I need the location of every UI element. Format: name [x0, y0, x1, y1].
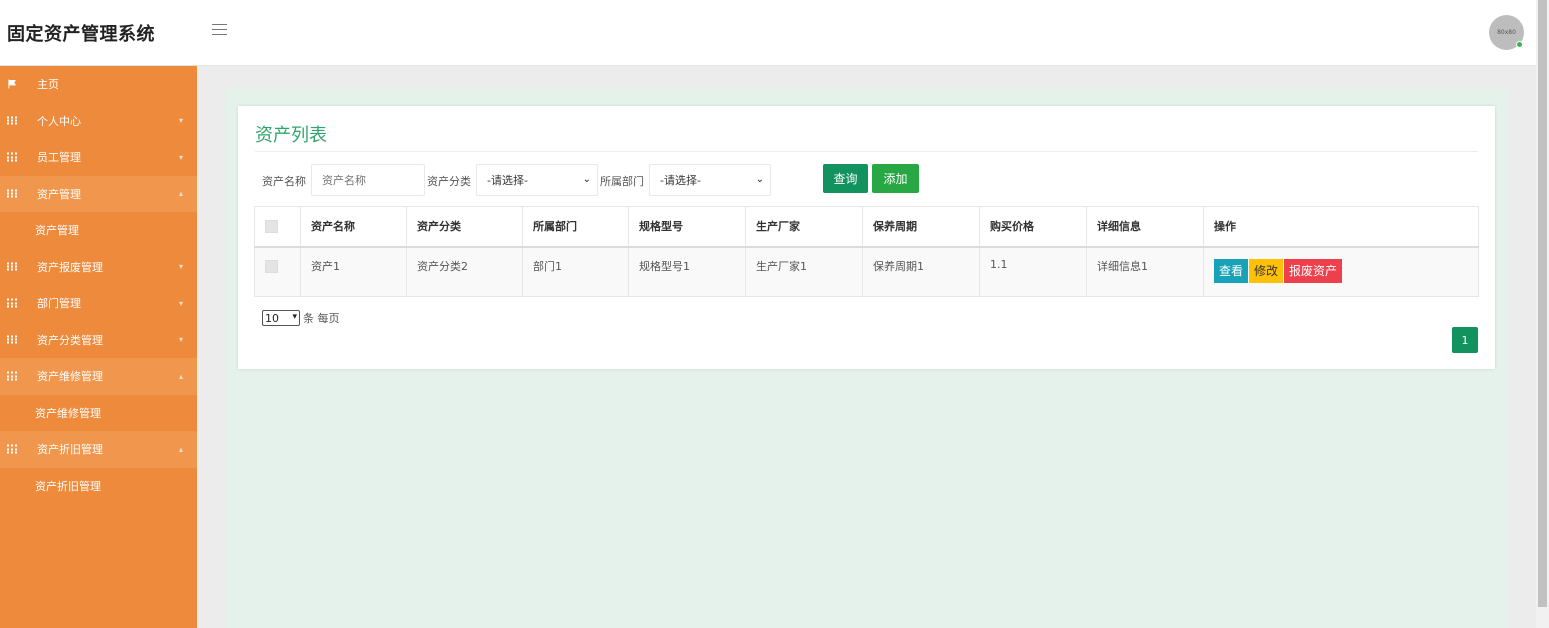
pagination-page-1[interactable]: 1 [1452, 327, 1478, 353]
sidebar-subitem-assets[interactable]: 资产管理 [0, 212, 197, 249]
sidebar-subitem-asset-depreciation[interactable]: 资产折旧管理 [0, 468, 197, 505]
sidebar-item-label: 资产分类管理 [37, 333, 103, 347]
app-title: 固定资产管理系统 [7, 24, 155, 45]
row-select-cell [254, 246, 301, 297]
chevron-up-icon: ▴ [179, 371, 184, 381]
chevron-down-icon: ⌄ [755, 174, 764, 185]
table-cell: 生产厂家1 [745, 246, 863, 297]
department-select[interactable]: -请选择- ⌄ [649, 164, 771, 196]
column-header: 生产厂家 [745, 206, 863, 248]
sidebar-item-label: 资产维修管理 [37, 370, 103, 384]
chevron-down-icon: ▾ [179, 152, 184, 162]
sidebar-item-label: 资产报废管理 [37, 260, 103, 274]
column-header: 购买价格 [979, 206, 1087, 248]
department-label: 所属部门 [600, 175, 644, 188]
page-size-suffix: 条 每页 [303, 312, 340, 325]
table-cell: 资产分类2 [406, 246, 523, 297]
avatar-text: 80x80 [1497, 29, 1516, 36]
asset-table: 资产名称 资产分类 所属部门 规格型号 生产厂家 保养周期 购买价格 详细信息 … [254, 206, 1479, 297]
column-header: 保养周期 [862, 206, 980, 248]
sidebar-item-asset-scrap[interactable]: 资产报废管理 ▾ [0, 249, 197, 286]
title-divider [255, 151, 1478, 152]
sidebar-item-label: 主页 [37, 78, 59, 92]
grid-icon [7, 189, 17, 198]
asset-category-label: 资产分类 [427, 175, 471, 188]
asset-name-label: 资产名称 [262, 175, 306, 188]
sidebar-item-personal[interactable]: 个人中心 ▾ [0, 103, 197, 140]
page-size-select[interactable]: 10 ▾ [262, 310, 300, 326]
column-header: 规格型号 [628, 206, 746, 248]
table-header-row: 资产名称 资产分类 所属部门 规格型号 生产厂家 保养周期 购买价格 详细信息 … [254, 206, 1479, 248]
chevron-up-icon: ▴ [179, 189, 184, 199]
column-header: 资产名称 [300, 206, 407, 248]
column-header: 所属部门 [522, 206, 629, 248]
sidebar-subitem-asset-repair[interactable]: 资产维修管理 [0, 395, 197, 432]
table-row: 资产1 资产分类2 部门1 规格型号1 生产厂家1 保养周期1 1.1 详细信息… [254, 246, 1479, 297]
page-title: 资产列表 [255, 125, 327, 146]
chevron-down-icon: ⌄ [582, 174, 591, 185]
sidebar-item-assets[interactable]: 资产管理 ▴ [0, 175, 197, 212]
row-actions: 查看 修改 报废资产 [1214, 258, 1478, 283]
sidebar: 主页 个人中心 ▾ 员工管理 ▾ 资产管理 ▴ 资产管理 资产报废管理 ▾ 部门… [0, 66, 197, 628]
sidebar-item-label: 员工管理 [37, 151, 81, 165]
sidebar-item-label: 部门管理 [37, 297, 81, 311]
sidebar-item-departments[interactable]: 部门管理 ▾ [0, 285, 197, 322]
select-all-cell [254, 206, 301, 248]
avatar[interactable]: 80x80 [1489, 15, 1524, 50]
grid-icon [7, 152, 17, 162]
grid-icon [7, 262, 17, 271]
chevron-down-icon: ▾ [179, 335, 184, 345]
sidebar-item-asset-categories[interactable]: 资产分类管理 ▾ [0, 322, 197, 359]
flag-icon [8, 79, 16, 89]
top-header: 固定资产管理系统 80x80 [0, 0, 1536, 66]
column-header: 资产分类 [406, 206, 523, 248]
query-button[interactable]: 查询 [823, 164, 868, 193]
table-cell: 保养周期1 [862, 246, 980, 297]
sidebar-item-employees[interactable]: 员工管理 ▾ [0, 139, 197, 176]
chevron-down-icon: ▾ [179, 298, 184, 308]
grid-icon [7, 116, 17, 125]
department-value: -请选择- [660, 174, 701, 187]
asset-list-panel: 资产列表 资产名称 资产分类 -请选择- ⌄ 所属部门 -请选择- ⌄ 查询 添… [238, 106, 1495, 369]
add-button[interactable]: 添加 [872, 164, 919, 193]
page-size-control: 10 ▾ 条 每页 [262, 310, 340, 326]
grid-icon [7, 335, 17, 344]
column-header: 详细信息 [1086, 206, 1204, 248]
row-checkbox[interactable] [265, 259, 278, 273]
actions-cell: 查看 修改 报废资产 [1203, 246, 1479, 297]
view-button[interactable]: 查看 [1214, 258, 1249, 283]
search-form: 资产名称 资产分类 -请选择- ⌄ 所属部门 -请选择- ⌄ 查询 添加 [262, 163, 962, 196]
table-cell: 部门1 [522, 246, 629, 297]
column-header: 操作 [1203, 206, 1479, 248]
menu-toggle-icon[interactable] [212, 24, 227, 38]
sidebar-item-home[interactable]: 主页 [0, 66, 197, 103]
chevron-down-icon: ▾ [292, 312, 297, 322]
scrollbar-thumb[interactable] [1538, 0, 1547, 607]
sidebar-item-label: 资产管理 [37, 187, 81, 201]
sidebar-item-label: 个人中心 [37, 114, 81, 128]
online-status-icon [1516, 41, 1523, 48]
table-cell: 1.1 [979, 246, 1087, 297]
asset-category-value: -请选择- [487, 174, 528, 187]
table-cell: 详细信息1 [1086, 246, 1204, 297]
sidebar-item-label: 资产折旧管理 [37, 443, 103, 457]
table-cell: 资产1 [300, 246, 407, 297]
table-cell: 规格型号1 [628, 246, 746, 297]
page-size-value: 10 [265, 311, 279, 325]
asset-category-select[interactable]: -请选择- ⌄ [476, 164, 598, 196]
chevron-down-icon: ▾ [179, 116, 184, 126]
sidebar-item-asset-depreciation[interactable]: 资产折旧管理 ▴ [0, 431, 197, 468]
select-all-checkbox[interactable] [265, 220, 278, 233]
chevron-down-icon: ▾ [179, 262, 184, 272]
grid-icon [7, 371, 17, 381]
grid-icon [7, 444, 17, 454]
edit-button[interactable]: 修改 [1249, 258, 1284, 283]
grid-icon [7, 298, 17, 308]
asset-name-input[interactable] [311, 164, 425, 196]
sidebar-item-asset-repair[interactable]: 资产维修管理 ▴ [0, 358, 197, 395]
scrap-asset-button[interactable]: 报废资产 [1284, 258, 1343, 283]
chevron-up-icon: ▴ [179, 444, 184, 454]
vertical-scrollbar[interactable] [1536, 0, 1549, 628]
